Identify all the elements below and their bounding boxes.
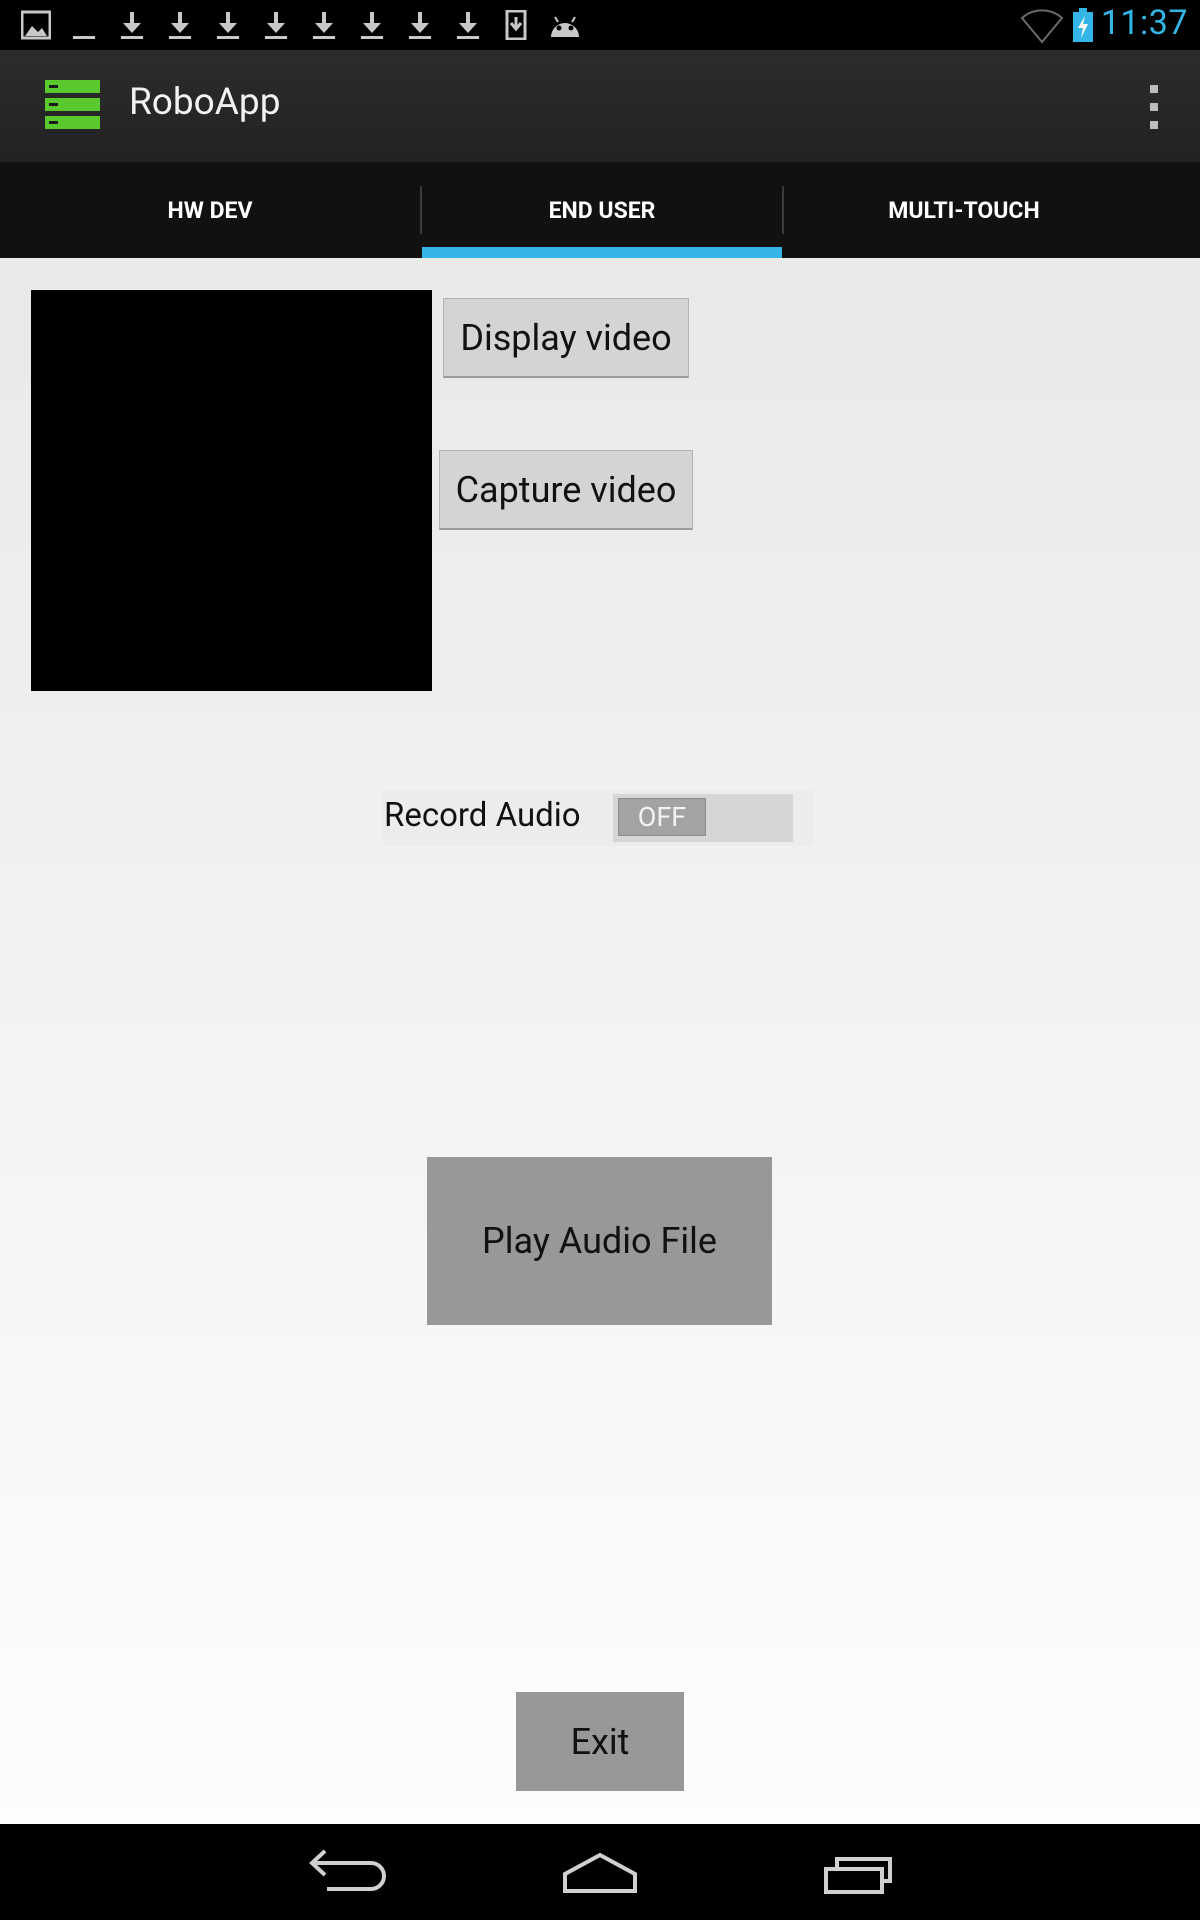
capture-video-button[interactable]: Capture video [439, 450, 693, 530]
exit-button[interactable]: Exit [516, 1692, 684, 1791]
button-label: Play Audio File [482, 1220, 717, 1262]
battery-charging-icon [1072, 8, 1094, 42]
action-bar: RoboApp [0, 50, 1200, 162]
record-audio-row: Record Audio OFF [383, 790, 813, 846]
server-stack-icon[interactable] [45, 80, 100, 130]
button-label: Capture video [455, 468, 677, 511]
record-audio-label: Record Audio [384, 796, 581, 835]
wifi-icon [1020, 8, 1064, 44]
download-icon [261, 10, 291, 40]
download-icon [357, 10, 387, 40]
navigation-bar [0, 1824, 1200, 1920]
download-icon [309, 10, 339, 40]
download-icon [405, 10, 435, 40]
tab-hw-dev[interactable]: HW DEV [0, 162, 420, 258]
tab-multi-touch[interactable]: MULTI-TOUCH [784, 162, 1144, 258]
download-icon [69, 10, 99, 40]
android-debug-icon [547, 10, 583, 40]
back-icon[interactable] [283, 1836, 403, 1908]
device-download-icon [501, 10, 531, 40]
tab-bar: HW DEV END USER MULTI-TOUCH [0, 162, 1200, 258]
download-icon [165, 10, 195, 40]
download-icon [453, 10, 483, 40]
download-icon [117, 10, 147, 40]
recent-apps-icon[interactable] [797, 1836, 917, 1908]
status-bar: 11:37 [0, 0, 1200, 50]
toggle-thumb: OFF [618, 798, 706, 836]
tab-label: HW DEV [167, 196, 253, 224]
button-label: Exit [570, 1720, 630, 1763]
tab-end-user[interactable]: END USER [422, 162, 782, 258]
play-audio-file-button[interactable]: Play Audio File [427, 1157, 772, 1325]
tab-indicator [422, 247, 782, 258]
display-video-button[interactable]: Display video [443, 298, 689, 378]
content-area: Display video Capture video Record Audio… [0, 258, 1200, 1824]
app-title: RoboApp [129, 81, 281, 124]
image-notification-icon [21, 10, 51, 40]
overflow-menu-icon[interactable] [1146, 85, 1162, 129]
button-label: Display video [460, 316, 672, 359]
record-audio-toggle[interactable]: OFF [613, 794, 793, 842]
video-preview [31, 290, 432, 691]
home-icon[interactable] [540, 1836, 660, 1908]
tab-label: END USER [548, 196, 656, 224]
clock: 11:37 [1100, 3, 1188, 43]
download-icon [213, 10, 243, 40]
tab-label: MULTI-TOUCH [888, 196, 1040, 224]
